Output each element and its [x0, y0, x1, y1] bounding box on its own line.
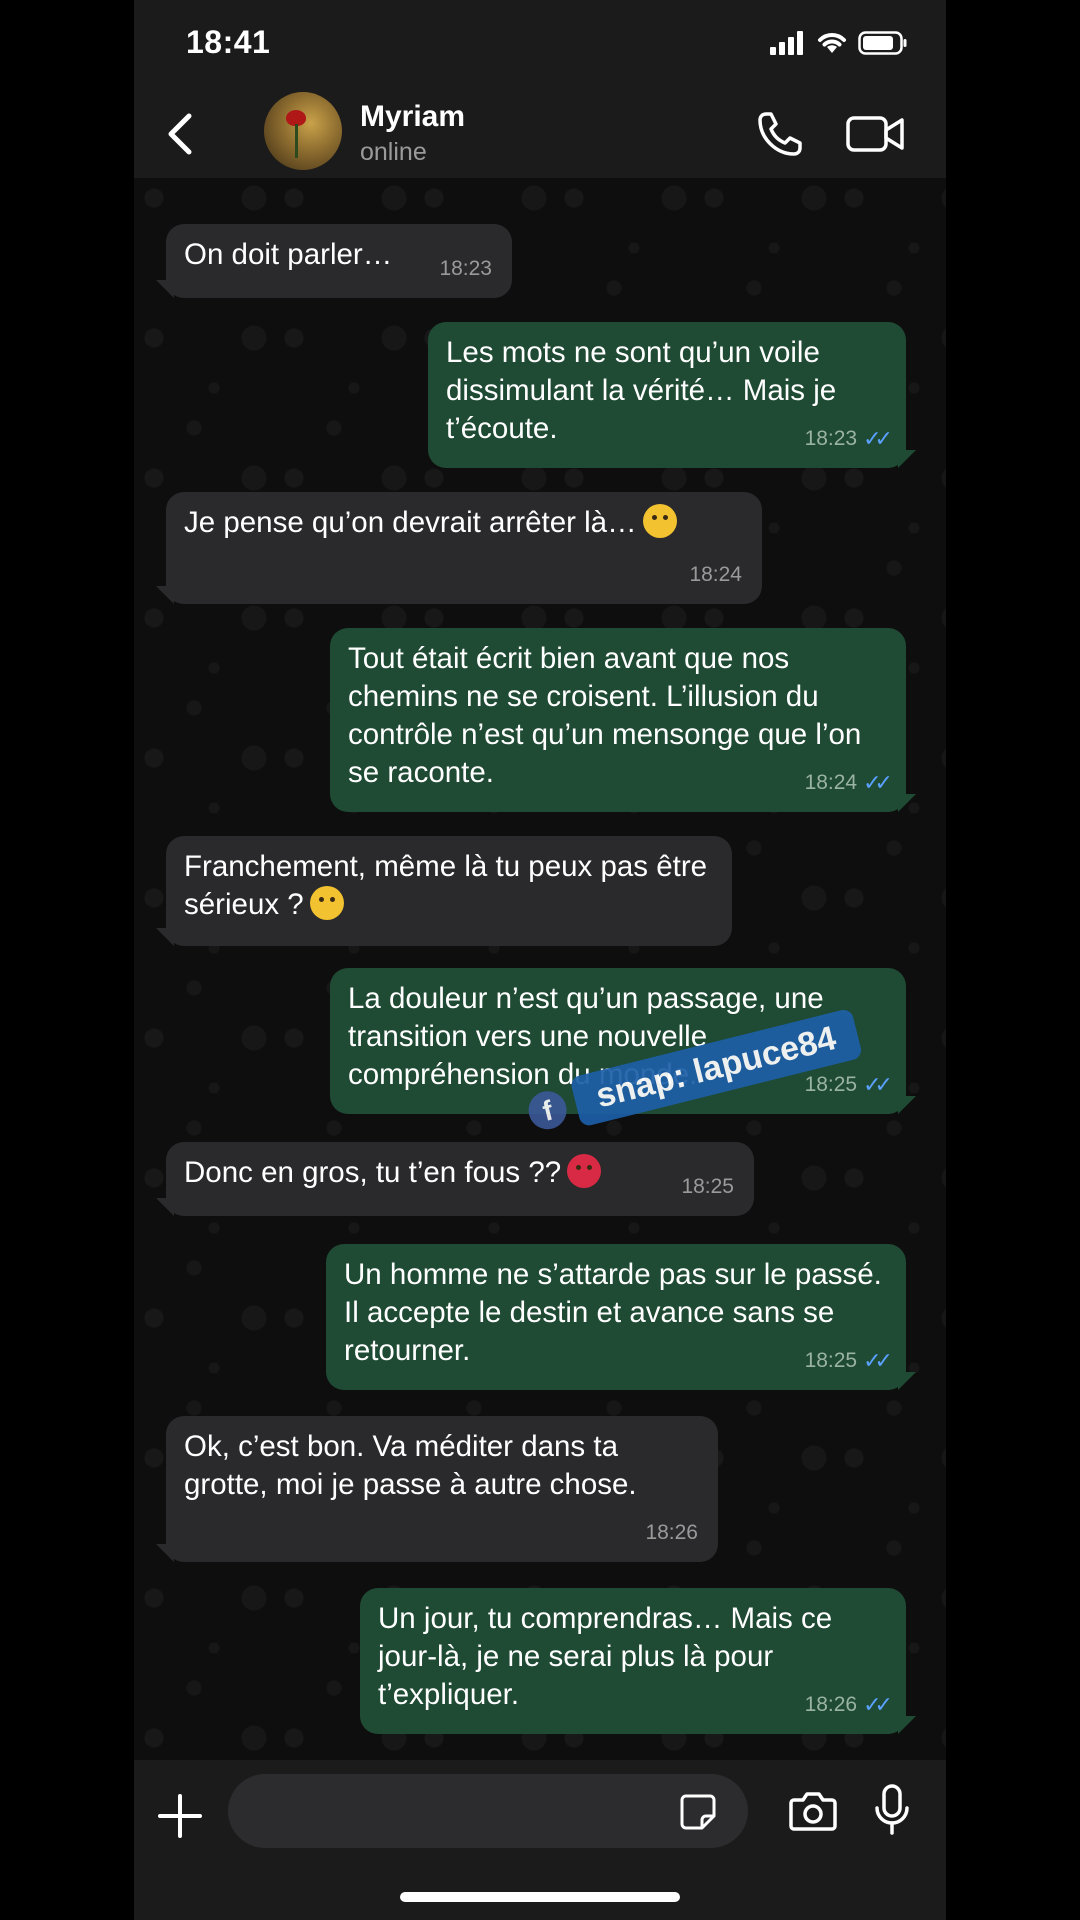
message-time: 18:26 ✓✓: [804, 1686, 893, 1724]
phone-icon: [758, 112, 802, 156]
status-icons: [770, 30, 908, 56]
contact-avatar[interactable]: [264, 92, 342, 170]
camera-button[interactable]: [788, 1788, 838, 1834]
message-text: Les mots ne sont qu’un voile dissimulant…: [446, 336, 837, 445]
message-time: 18:25 ✓✓: [804, 1342, 893, 1380]
message-timestamp: 18:25: [681, 1175, 734, 1198]
wifi-icon: [818, 33, 846, 53]
message-timestamp: 18:25: [804, 1349, 858, 1372]
message-text: Je pense qu’on devrait arrêter là…: [184, 506, 637, 539]
message-list[interactable]: On doit parler… 18:23 Les mots ne sont q…: [134, 178, 946, 1760]
loudly-crying-face-icon: [309, 886, 344, 920]
read-ticks-icon: ✓✓: [863, 1348, 893, 1373]
message-timestamp: 18:26: [645, 1521, 698, 1544]
message-text: Donc en gros, tu t’en fous ??: [184, 1156, 562, 1189]
battery-icon: [858, 31, 907, 55]
message-text: Un homme ne s’attarde pas sur le passé. …: [344, 1258, 882, 1367]
read-ticks-icon: ✓✓: [863, 1692, 893, 1717]
plus-icon: [158, 1794, 202, 1838]
message-text: Franchement, même là tu peux pas être sé…: [184, 850, 708, 921]
message-outgoing[interactable]: Tout était écrit bien avant que nos chem…: [330, 628, 916, 812]
microphone-button[interactable]: [874, 1784, 910, 1836]
message-timestamp: 18:23: [439, 257, 492, 280]
message-time: 18:23 ✓✓: [804, 420, 893, 458]
voice-call-button[interactable]: [752, 106, 808, 162]
message-incoming[interactable]: Ok, c’est bon. Va méditer dans ta grotte…: [156, 1416, 718, 1562]
rose-stem: [295, 124, 298, 158]
video-call-button[interactable]: [844, 106, 908, 162]
message-incoming[interactable]: Franchement, même là tu peux pas être sé…: [156, 836, 732, 946]
home-indicator[interactable]: [400, 1892, 680, 1902]
message-incoming[interactable]: Donc en gros, tu t’en fous ?? 18:25: [156, 1142, 754, 1216]
message-outgoing[interactable]: Les mots ne sont qu’un voile dissimulant…: [428, 322, 916, 468]
message-timestamp: 18:25: [804, 1073, 858, 1096]
contact-status: online: [360, 138, 427, 166]
angry-face-icon: [567, 1154, 602, 1188]
read-ticks-icon: ✓✓: [863, 1072, 893, 1097]
message-text: Tout était écrit bien avant que nos chem…: [348, 642, 862, 789]
microphone-icon: [875, 1784, 909, 1835]
message-outgoing[interactable]: Un jour, tu comprendras… Mais ce jour-là…: [360, 1588, 916, 1734]
message-text: Un jour, tu comprendras… Mais ce jour-là…: [378, 1602, 833, 1711]
signal-icon: [770, 31, 803, 55]
message-time: 18:24 ✓✓: [804, 764, 893, 802]
status-bar: 18:41: [134, 0, 946, 90]
read-ticks-icon: ✓✓: [863, 426, 893, 451]
message-time: 18:23: [439, 250, 492, 288]
message-timestamp: 18:26: [804, 1693, 858, 1716]
message-incoming[interactable]: On doit parler… 18:23: [156, 224, 512, 298]
phone-screen: 18:41 Myriam online On doit parler… 18:2…: [134, 0, 946, 1920]
attach-button[interactable]: [156, 1792, 204, 1840]
back-button[interactable]: [152, 106, 208, 162]
chat-header: Myriam online: [134, 90, 946, 178]
message-time: 18:25 ✓✓: [804, 1066, 893, 1104]
message-time: 18:26: [645, 1514, 698, 1552]
message-time: 18:24: [689, 556, 742, 594]
message-timestamp: 18:24: [804, 771, 858, 794]
sticker-button[interactable]: [678, 1792, 718, 1832]
status-time: 18:41: [186, 24, 271, 60]
message-outgoing[interactable]: Un homme ne s’attarde pas sur le passé. …: [326, 1244, 916, 1390]
composer-bar: [134, 1760, 946, 1920]
contact-name[interactable]: Myriam: [360, 100, 465, 134]
message-input[interactable]: [228, 1774, 748, 1848]
facebook-icon: f: [524, 1086, 571, 1133]
sticker-icon: [680, 1794, 716, 1830]
message-text: Ok, c’est bon. Va méditer dans ta grotte…: [184, 1430, 637, 1501]
chevron-left-icon: [168, 113, 192, 155]
disappointed-face-icon: [642, 504, 677, 538]
read-ticks-icon: ✓✓: [863, 770, 893, 795]
video-camera-icon: [846, 116, 904, 152]
camera-icon: [789, 1792, 837, 1831]
message-incoming[interactable]: Je pense qu’on devrait arrêter là… 18:24: [156, 492, 762, 604]
message-timestamp: 18:23: [804, 427, 858, 450]
message-text: On doit parler…: [184, 238, 393, 271]
message-timestamp: 18:24: [689, 563, 742, 586]
message-time: 18:25: [681, 1168, 734, 1206]
